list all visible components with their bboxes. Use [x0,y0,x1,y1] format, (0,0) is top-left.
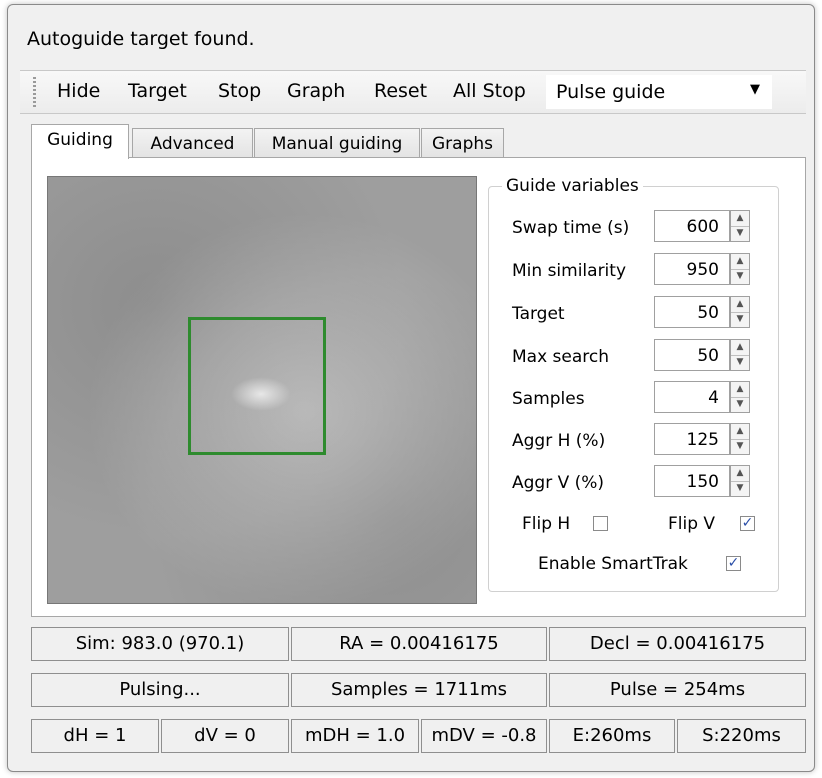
status-title: Autoguide target found. [27,28,255,50]
swap-time-label: Swap time (s) [512,218,630,238]
spin-down-icon[interactable]: ▼ [731,226,749,241]
hide-button[interactable]: Hide [57,80,100,102]
guide-camera-preview[interactable] [47,176,477,604]
aggr-v-spinner[interactable]: ▲ ▼ [730,465,750,497]
aggr-v-row: Aggr V (%) 150 ▲ ▼ [512,465,768,501]
spin-up-icon[interactable]: ▲ [731,466,749,482]
stop-button[interactable]: Stop [218,80,261,102]
flip-h-checkbox[interactable] [593,516,608,531]
swap-time-row: Swap time (s) 600 ▲ ▼ [512,210,768,246]
target-row: Target 50 ▲ ▼ [512,296,768,332]
aggr-v-value: 150 [686,472,719,492]
min-similarity-row: Min similarity 950 ▲ ▼ [512,253,768,289]
min-similarity-input[interactable]: 950 [654,253,730,285]
pulsing-status: Pulsing... [31,673,289,707]
spin-down-icon[interactable]: ▼ [731,355,749,370]
e-status: E:260ms [549,719,675,753]
max-search-input[interactable]: 50 [654,339,730,371]
dv-status: dV = 0 [161,719,289,753]
aggr-v-label: Aggr V (%) [512,473,605,493]
tab-manual-guiding[interactable]: Manual guiding [254,128,420,158]
target-spinner[interactable]: ▲ ▼ [730,296,750,328]
spin-up-icon[interactable]: ▲ [731,382,749,398]
dropdown-arrow-icon: ▼ [750,82,760,97]
smarttrak-checkbox[interactable]: ✓ [726,556,741,571]
samples-input[interactable]: 4 [654,381,730,413]
aggr-h-spinner[interactable]: ▲ ▼ [730,423,750,455]
flip-v-label: Flip V [668,514,716,534]
pulse-status: Pulse = 254ms [549,673,806,707]
swap-time-spinner[interactable]: ▲ ▼ [730,210,750,242]
target-button[interactable]: Target [128,80,187,102]
tab-graphs[interactable]: Graphs [421,128,504,158]
smarttrak-label: Enable SmartTrak [538,554,688,574]
max-search-label: Max search [512,347,610,367]
flip-h-label: Flip H [522,514,571,534]
spin-down-icon[interactable]: ▼ [731,439,749,454]
target-input[interactable]: 50 [654,296,730,328]
dh-status: dH = 1 [31,719,159,753]
mdh-status: mDH = 1.0 [291,719,419,753]
spin-down-icon[interactable]: ▼ [731,481,749,496]
min-similarity-value: 950 [686,260,719,280]
toolbar: Hide Target Stop Graph Reset All Stop Pu… [20,70,806,114]
s-status: S:220ms [677,719,806,753]
samples-status: Samples = 1711ms [291,673,547,707]
flip-v-checkbox[interactable]: ✓ [740,516,755,531]
min-similarity-spinner[interactable]: ▲ ▼ [730,253,750,285]
spin-down-icon[interactable]: ▼ [731,269,749,284]
guide-mode-value: Pulse guide [556,81,666,103]
toolbar-grip-handle[interactable] [33,77,36,107]
similarity-status: Sim: 983.0 (970.1) [31,627,289,661]
spin-up-icon[interactable]: ▲ [731,424,749,440]
spin-up-icon[interactable]: ▲ [731,340,749,356]
swap-time-input[interactable]: 600 [654,210,730,242]
decl-status: Decl = 0.00416175 [549,627,806,661]
target-selection-box[interactable] [188,317,326,455]
spin-down-icon[interactable]: ▼ [731,397,749,412]
samples-label: Samples [512,389,585,409]
tab-guiding[interactable]: Guiding [31,124,129,159]
all-stop-button[interactable]: All Stop [453,80,526,102]
spin-up-icon[interactable]: ▲ [731,297,749,313]
aggr-h-label: Aggr H (%) [512,431,606,451]
aggr-h-row: Aggr H (%) 125 ▲ ▼ [512,423,768,459]
guide-variables-legend: Guide variables [502,176,643,196]
max-search-value: 50 [697,346,719,366]
tab-advanced[interactable]: Advanced [132,128,253,158]
ra-status: RA = 0.00416175 [291,627,547,661]
aggr-v-input[interactable]: 150 [654,465,730,497]
max-search-spinner[interactable]: ▲ ▼ [730,339,750,371]
min-similarity-label: Min similarity [512,261,627,281]
spin-up-icon[interactable]: ▲ [731,254,749,270]
samples-row: Samples 4 ▲ ▼ [512,381,768,417]
max-search-row: Max search 50 ▲ ▼ [512,339,768,375]
aggr-h-value: 125 [686,430,719,450]
graph-button[interactable]: Graph [287,80,345,102]
spin-down-icon[interactable]: ▼ [731,312,749,327]
aggr-h-input[interactable]: 125 [654,423,730,455]
reset-button[interactable]: Reset [374,80,427,102]
swap-time-value: 600 [686,217,719,237]
mdv-status: mDV = -0.8 [421,719,547,753]
samples-value: 4 [708,388,719,408]
target-label: Target [512,304,565,324]
guide-mode-select[interactable]: Pulse guide ▼ [546,75,772,109]
spin-up-icon[interactable]: ▲ [731,211,749,227]
samples-spinner[interactable]: ▲ ▼ [730,381,750,413]
target-value: 50 [697,303,719,323]
